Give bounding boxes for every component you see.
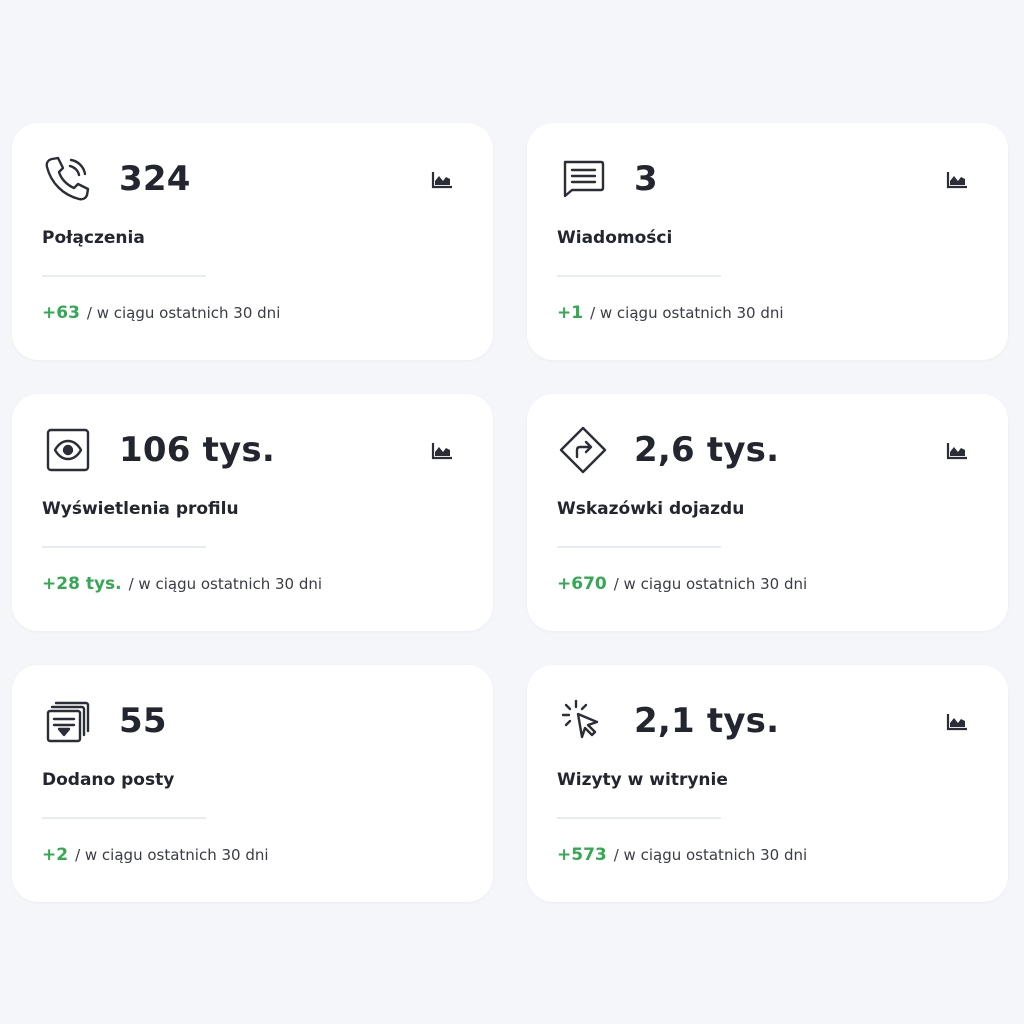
phone-call-icon	[42, 153, 94, 205]
stat-footer: +63 / w ciągu ostatnich 30 dni	[42, 303, 280, 323]
stat-value: 3	[634, 159, 658, 199]
eye-icon	[42, 424, 94, 476]
divider	[557, 546, 721, 548]
stat-label: Wiadomości	[557, 228, 673, 248]
stat-card-calls: 324 Połączenia +63 / w ciągu ostatnich 30…	[12, 123, 493, 360]
stat-period: / w ciągu ostatnich 30 dni	[128, 575, 323, 593]
chart-icon[interactable]	[944, 439, 970, 463]
stat-period: / w ciągu ostatnich 30 dni	[86, 304, 281, 322]
stat-value: 55	[119, 701, 167, 741]
stat-period: / w ciągu ostatnich 30 dni	[590, 304, 784, 322]
click-icon	[557, 695, 609, 747]
stat-delta: +63	[42, 303, 80, 323]
stat-card-website-visits: 2,1 tys. Wizyty w witrynie +573 / w ciągu…	[527, 665, 1008, 902]
stat-footer: +1 / w ciągu ostatnich 30 dni	[557, 303, 784, 323]
stat-delta: +2	[42, 845, 69, 865]
stat-delta: +28 tys.	[42, 574, 122, 594]
stat-period: / w ciągu ostatnich 30 dni	[613, 846, 808, 864]
stat-delta: +573	[557, 845, 607, 865]
stat-period: / w ciągu ostatnich 30 dni	[75, 846, 269, 864]
stat-value: 2,6 tys.	[634, 430, 780, 470]
stat-card-directions: 2,6 tys. Wskazówki dojazdu +670 / w ciągu…	[527, 394, 1008, 631]
divider	[42, 546, 206, 548]
directions-icon	[557, 424, 609, 476]
stat-card-profile-views: 106 tys. Wyświetlenia profilu +28 tys. / …	[12, 394, 493, 631]
divider	[42, 275, 206, 277]
stat-value: 324	[119, 159, 191, 199]
stat-card-posts: 55 Dodano posty +2 / w ciągu ostatnich 30…	[12, 665, 493, 902]
chart-icon[interactable]	[429, 439, 455, 463]
divider	[557, 817, 721, 819]
chart-icon[interactable]	[944, 168, 970, 192]
stat-label: Wizyty w witrynie	[557, 770, 728, 790]
stats-grid: 324 Połączenia +63 / w ciągu ostatnich 30…	[12, 123, 1008, 902]
stat-delta: +670	[557, 574, 607, 594]
stat-label: Wskazówki dojazdu	[557, 499, 745, 519]
chart-icon[interactable]	[944, 710, 970, 734]
stat-footer: +28 tys. / w ciągu ostatnich 30 dni	[42, 574, 322, 594]
stat-period: / w ciągu ostatnich 30 dni	[613, 575, 808, 593]
stat-label: Połączenia	[42, 228, 145, 248]
message-icon	[557, 153, 609, 205]
chart-icon[interactable]	[429, 168, 455, 192]
divider	[42, 817, 206, 819]
stat-delta: +1	[557, 303, 584, 323]
stat-footer: +2 / w ciągu ostatnich 30 dni	[42, 845, 269, 865]
stat-card-messages: 3 Wiadomości +1 / w ciągu ostatnich 30 dn…	[527, 123, 1008, 360]
posts-icon	[42, 695, 94, 747]
stat-value: 106 tys.	[119, 430, 275, 470]
stat-value: 2,1 tys.	[634, 701, 780, 741]
stat-label: Wyświetlenia profilu	[42, 499, 239, 519]
stat-footer: +573 / w ciągu ostatnich 30 dni	[557, 845, 807, 865]
stat-footer: +670 / w ciągu ostatnich 30 dni	[557, 574, 807, 594]
divider	[557, 275, 721, 277]
stat-label: Dodano posty	[42, 770, 175, 790]
